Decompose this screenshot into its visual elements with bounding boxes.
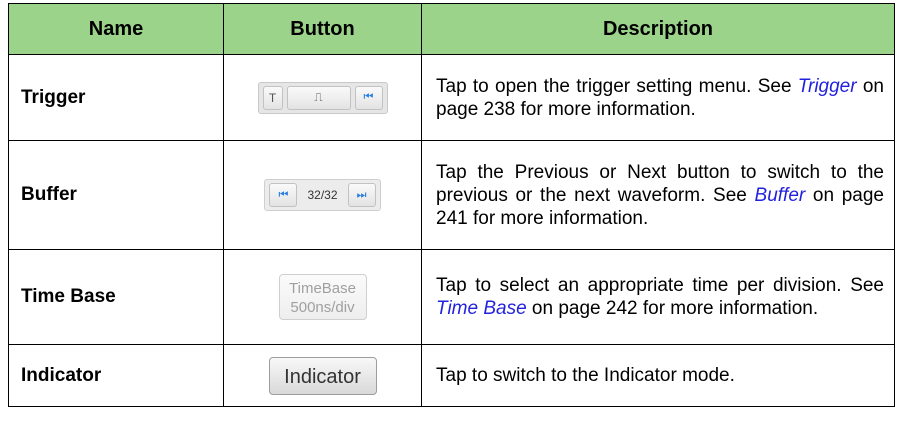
desc-text: on page 242 for more information. [526,298,819,319]
trigger-type-button[interactable]: T [262,85,283,110]
row-description: Tap to open the trigger setting menu. Se… [421,54,895,141]
buffer-count: 32/32 [307,188,338,202]
table-row: Buffer ⏮ 32/32 ⏭ Tap the Previous or Nex… [8,140,895,250]
table-row: Trigger T ⎍ ⏮ Tap to open the trigger se… [8,54,895,141]
row-name: Indicator [8,344,224,407]
time-base-link[interactable]: Time Base [436,298,527,319]
buffer-link[interactable]: Buffer [755,185,806,206]
button-cell: Indicator [223,344,422,407]
header-button: Button [223,3,422,55]
timebase-value: 500ns/div [290,299,355,316]
row-name: Time Base [8,249,224,345]
buffer-control: ⏮ 32/32 ⏭ [264,179,381,211]
header-name: Name [8,3,224,55]
timebase-button[interactable]: TimeBase 500ns/div [278,274,367,320]
header-description: Description [421,3,895,55]
button-cell: TimeBase 500ns/div [223,249,422,345]
table-row: Indicator Indicator Tap to switch to the… [8,344,895,407]
trigger-link[interactable]: Trigger [798,76,857,97]
row-name: Trigger [8,54,224,141]
row-name: Buffer [8,140,224,250]
button-cell: ⏮ 32/32 ⏭ [223,140,422,250]
desc-text: Tap to open the trigger setting menu. Se… [436,75,798,97]
timebase-label: TimeBase [289,280,356,297]
skip-previous-icon[interactable]: ⏮ [354,85,383,110]
table-row: Time Base TimeBase 500ns/div Tap to sele… [8,249,895,345]
row-description: Tap to select an appropriate time per di… [421,249,895,345]
desc-text: Tap to switch to the Indicator mode. [436,365,735,386]
previous-waveform-button[interactable]: ⏮ [269,183,298,207]
table-header-row: Name Button Description [8,3,895,55]
trigger-edge-icon[interactable]: ⎍ [286,85,351,110]
next-waveform-button[interactable]: ⏭ [347,183,376,207]
indicator-button[interactable]: Indicator [268,356,377,395]
trigger-control[interactable]: T ⎍ ⏮ [257,81,388,114]
button-cell: T ⎍ ⏮ [223,54,422,141]
row-description: Tap the Previous or Next button to switc… [421,140,895,250]
desc-text: Tap to select an appropriate time per di… [436,275,884,296]
row-description: Tap to switch to the Indicator mode. [421,344,895,407]
button-reference-table: Name Button Description Trigger T ⎍ ⏮ Ta… [8,3,895,407]
